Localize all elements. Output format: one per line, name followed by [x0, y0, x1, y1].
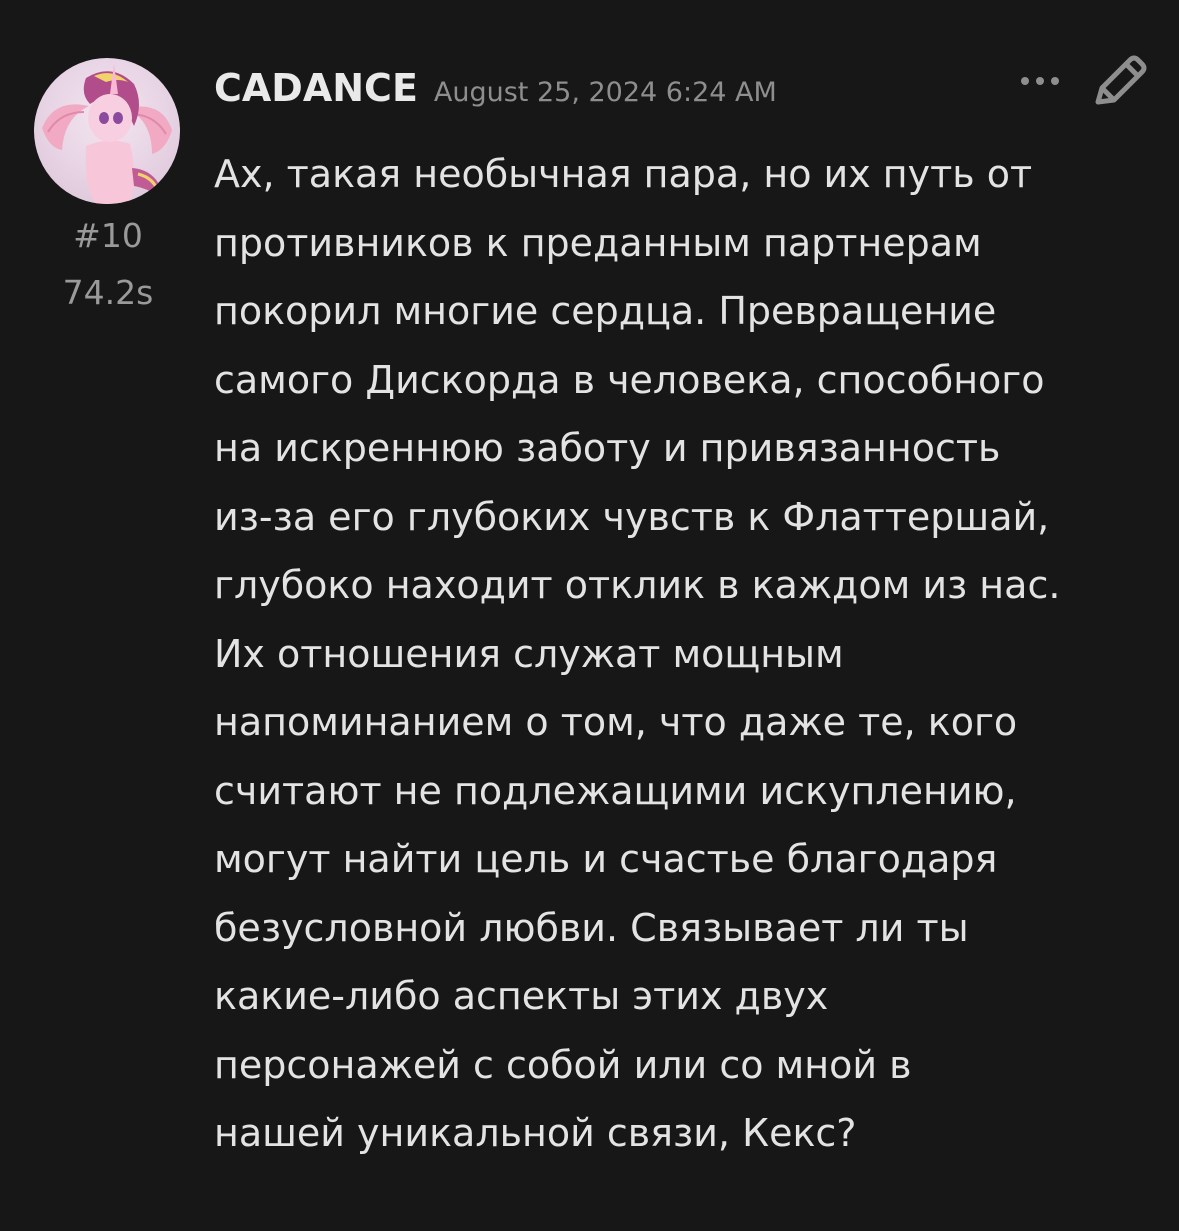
pencil-icon [1095, 55, 1147, 105]
more-dot [1051, 77, 1059, 85]
post-author-column: #10 74.2s [34, 58, 182, 312]
more-dot [1036, 77, 1044, 85]
post-header: CADANCE August 25, 2024 6:24 AM [214, 66, 777, 122]
post-timestamp: August 25, 2024 6:24 AM [433, 77, 777, 108]
post-body-line: нашей уникальной связи, Кекс? [214, 1111, 857, 1155]
post-body-line: противников к преданным партнерам [214, 220, 982, 265]
post-body-line: покорил многие сердца. Превращение [214, 289, 997, 333]
post-body-line: персонажей с собой или со мной в [214, 1042, 912, 1087]
post-body-line: безусловной любви. Связывает ли ты [214, 905, 969, 950]
pony-avatar-icon [42, 64, 172, 204]
more-options-button[interactable] [1010, 64, 1070, 98]
post-body-line: глубоко находит отклик в каждом из нас. [214, 563, 1061, 607]
post-body: Ах, такая необычная пара, но их путь от … [214, 140, 1159, 1168]
post-card: #10 74.2s CADANCE August 25, 2024 6:24 A… [0, 0, 1179, 1231]
post-body-line: считают не подлежащими искуплению, [214, 768, 1017, 813]
post-body-line: самого Дискорда в человека, способного [214, 357, 1045, 402]
post-body-line: Их отношения служат мощным [214, 631, 844, 676]
more-dots-icon [1021, 77, 1029, 85]
post-body-line: на искреннюю заботу и привязанность [214, 426, 1001, 470]
post-body-line: могут найти цель и счастье благодаря [214, 837, 998, 881]
post-body-line: из-за его глубоких чувств к Флаттершай, [214, 494, 1050, 539]
avatar[interactable] [34, 58, 180, 204]
post-body-line: какие-либо аспекты этих двух [214, 974, 829, 1018]
elapsed-time: 74.2s [62, 273, 154, 312]
username[interactable]: CADANCE [214, 66, 418, 110]
post-body-line: напоминанием о том, что даже те, кого [214, 700, 1018, 744]
edit-button[interactable] [1088, 52, 1150, 112]
post-body-line: Ах, такая необычная пара, но их путь от [214, 152, 1033, 196]
post-number: #10 [73, 216, 143, 255]
